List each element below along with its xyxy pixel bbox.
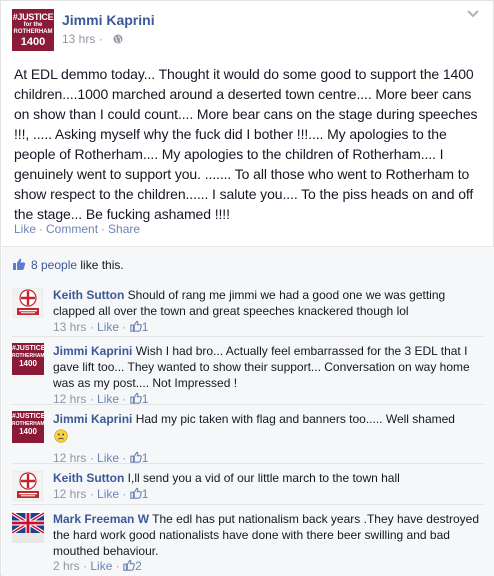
divider	[12, 504, 484, 505]
thumb-up-icon	[13, 258, 26, 270]
thumb-up-icon	[130, 451, 142, 463]
commenter-avatar[interactable]	[12, 287, 44, 319]
comment-like-count[interactable]: 1	[142, 320, 149, 334]
comment-item: Keith Sutton I,ll send you a vid of our …	[12, 463, 484, 508]
comment-item: Keith Sutton Should of rang me jimmi we …	[12, 287, 484, 334]
thumb-up-icon	[123, 559, 135, 571]
comment-action[interactable]: Comment	[46, 222, 98, 236]
divider	[12, 463, 484, 464]
thumb-up-icon	[130, 392, 142, 404]
comment-timestamp[interactable]: 12 hrs	[53, 487, 86, 501]
divider	[12, 404, 484, 405]
commenter-name[interactable]: Jimmi Kaprini	[53, 412, 132, 426]
commenter-avatar[interactable]: #JUSTICE ROTHERHAM 1400	[12, 411, 44, 443]
comment-text: I,ll send you a vid of our little march …	[127, 471, 400, 485]
author-avatar[interactable]: #JUSTICE for the ROTHERHAM 1400	[12, 9, 54, 51]
comment-text: Had my pic taken with flag and banners t…	[135, 412, 455, 426]
comment-item: #JUSTICE ROTHERHAM 1400 Jimmi Kaprini Ha…	[12, 404, 484, 465]
commenter-name[interactable]: Jimmi Kaprini	[53, 344, 132, 358]
like-action[interactable]: Like	[14, 222, 36, 236]
comment-meta: 2 hrs · Like · 2	[53, 559, 142, 573]
likers-link[interactable]: 8 people	[31, 258, 77, 272]
commenter-avatar[interactable]: #JUSTICE ROTHERHAM 1400	[12, 343, 44, 375]
frown-emoji-icon	[54, 429, 68, 443]
comment-like-count[interactable]: 1	[142, 487, 149, 501]
post-timestamp[interactable]: 13 hrs ·	[62, 32, 103, 46]
globe-icon	[113, 34, 123, 44]
comment-like-button[interactable]: Like	[97, 487, 119, 501]
comments-section: 8 people like this. Keith Sutton Should …	[2, 246, 494, 576]
comment-like-button[interactable]: Like	[90, 559, 112, 573]
commenter-name[interactable]: Keith Sutton	[53, 288, 124, 302]
post-header: #JUSTICE for the ROTHERHAM 1400 Jimmi Ka…	[12, 9, 482, 51]
comment-item: #JUSTICE ROTHERHAM 1400 Jimmi Kaprini Wi…	[12, 336, 484, 406]
thumb-up-icon	[130, 320, 142, 332]
comment-timestamp[interactable]: 13 hrs	[53, 320, 86, 334]
comment-like-button[interactable]: Like	[97, 320, 119, 334]
post-actions: Like · Comment · Share	[14, 222, 141, 236]
comment-timestamp[interactable]: 2 hrs	[53, 559, 80, 573]
commenter-avatar[interactable]	[12, 511, 44, 543]
post-author-name[interactable]: Jimmi Kaprini	[62, 12, 155, 28]
comment-like-count[interactable]: 2	[135, 559, 142, 573]
comment-meta: 13 hrs · Like · 1	[53, 320, 149, 334]
chevron-down-icon[interactable]	[466, 9, 480, 19]
commenter-name[interactable]: Keith Sutton	[53, 471, 124, 485]
commenter-name[interactable]: Mark Freeman W	[53, 512, 149, 526]
share-action[interactable]: Share	[108, 222, 140, 236]
commenter-avatar[interactable]	[12, 470, 44, 502]
thumb-up-icon	[130, 487, 142, 499]
facebook-post-card: #JUSTICE for the ROTHERHAM 1400 Jimmi Ka…	[0, 0, 494, 576]
comment-meta: 12 hrs · Like · 1	[53, 487, 149, 501]
comment-item: Mark Freeman W The edl has put nationali…	[12, 504, 484, 573]
post-body-text: At EDL demmo today... Thought it would d…	[14, 66, 478, 222]
divider	[12, 336, 484, 337]
